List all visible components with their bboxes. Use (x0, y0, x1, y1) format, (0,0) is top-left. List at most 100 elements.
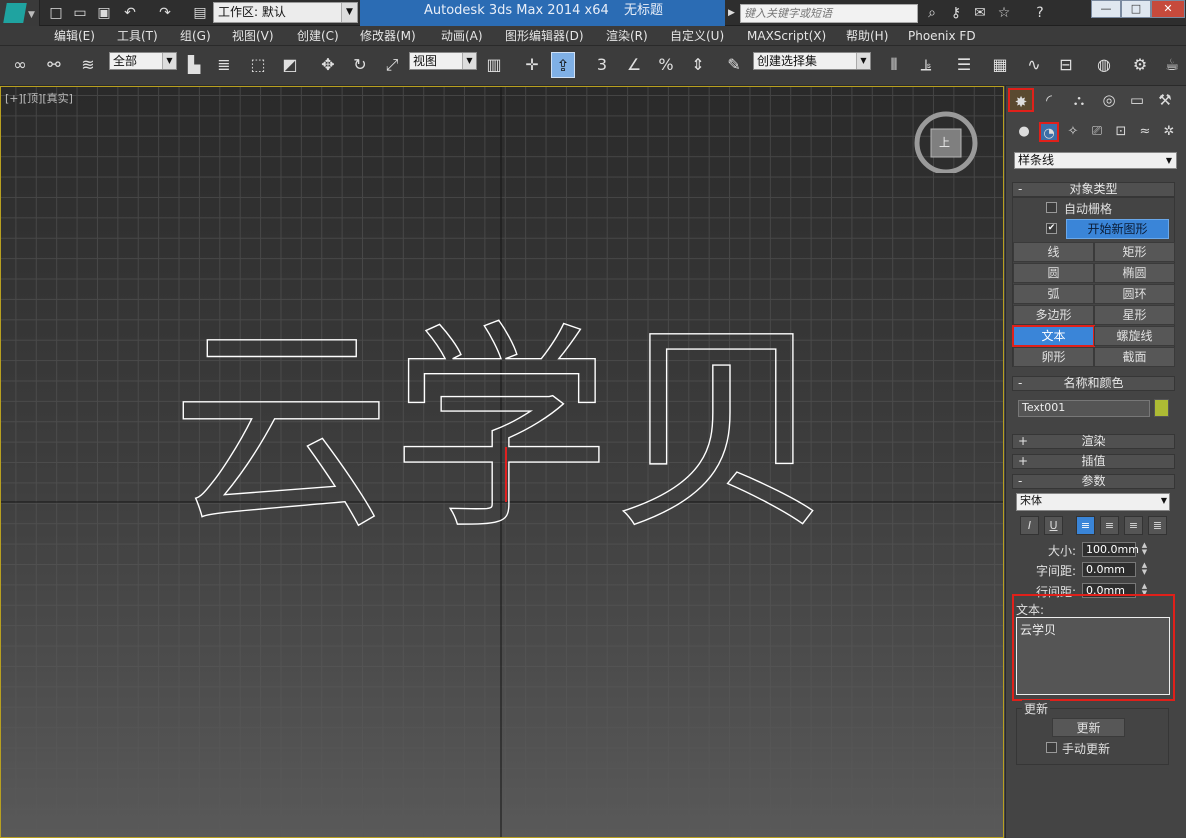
expand-arrow-icon[interactable]: ▶ (728, 4, 738, 23)
underline-button[interactable]: U (1044, 516, 1063, 535)
reference-coordinate-select[interactable]: 视图 ▼ (409, 52, 477, 70)
cameras-category-icon[interactable]: ⎚ (1087, 122, 1107, 142)
object-name-input[interactable]: Text001 (1018, 400, 1150, 417)
material-editor-icon[interactable]: ◍ (1092, 52, 1116, 78)
menu-help[interactable]: 帮助(H) (846, 28, 888, 44)
autogrid-checkbox[interactable] (1046, 202, 1057, 213)
binoculars-icon[interactable]: ⌕ (922, 3, 942, 23)
curve-editor-icon[interactable]: ∿ (1022, 52, 1046, 78)
unlink-icon[interactable]: ⚯ (42, 52, 66, 78)
text-input[interactable]: 云学贝 (1016, 617, 1170, 695)
hierarchy-tab-icon[interactable]: ⛬ (1066, 88, 1092, 112)
mirror-icon[interactable]: ⫴ (882, 52, 906, 78)
text-spline-shape[interactable]: 云学贝 (170, 302, 831, 559)
favorites-star-icon[interactable]: ☆ (994, 3, 1014, 23)
align-right-icon[interactable]: ≡ (1124, 516, 1143, 535)
app-logo-button[interactable]: ▼ (0, 0, 40, 26)
manipulate-icon[interactable]: ✛ (520, 52, 544, 78)
edit-named-selection-icon[interactable]: ✎ (722, 52, 746, 78)
named-selection-select[interactable]: 创建选择集 ▼ (753, 52, 871, 70)
justify-icon[interactable]: ≣ (1148, 516, 1167, 535)
menu-phoenix-fd[interactable]: Phoenix FD (908, 28, 976, 44)
menu-rendering[interactable]: 渲染(R) (606, 28, 648, 44)
snaps-toggle-icon[interactable]: 3 (590, 52, 614, 78)
section-button[interactable]: 截面 (1094, 347, 1175, 367)
search-input[interactable]: 键入关键字或短语 (740, 4, 918, 23)
select-and-scale-icon[interactable]: ⤢ (380, 52, 404, 78)
communication-icon[interactable]: ✉ (970, 3, 990, 23)
percent-snap-icon[interactable]: % (654, 52, 678, 78)
render-setup-icon[interactable]: ⚙ (1128, 52, 1152, 78)
helix-button[interactable]: 螺旋线 (1094, 326, 1175, 346)
donut-button[interactable]: 圆环 (1094, 284, 1175, 304)
menu-views[interactable]: 视图(V) (232, 28, 274, 44)
font-select[interactable]: 宋体 ▼ (1016, 493, 1170, 511)
layer-manager-icon[interactable]: ☰ (952, 52, 976, 78)
modify-tab-icon[interactable]: ◜ (1036, 88, 1062, 112)
geometry-category-icon[interactable]: ● (1014, 122, 1034, 142)
maximize-button[interactable]: □ (1121, 0, 1151, 18)
line-button[interactable]: 线 (1013, 242, 1094, 262)
render-production-icon[interactable]: ☕ (1160, 52, 1184, 78)
space-warps-category-icon[interactable]: ≈ (1135, 122, 1155, 142)
select-by-name-icon[interactable]: ≣ (212, 52, 236, 78)
manual-update-checkbox[interactable] (1046, 742, 1057, 753)
menu-modifiers[interactable]: 修改器(M) (360, 28, 416, 44)
select-object-icon[interactable]: ▙ (182, 52, 206, 78)
display-tab-icon[interactable]: ▭ (1124, 88, 1150, 112)
lights-category-icon[interactable]: ✧ (1063, 122, 1083, 142)
italic-button[interactable]: I (1020, 516, 1039, 535)
viewcube[interactable]: 上 (913, 103, 983, 175)
graphite-ribbon-icon[interactable]: ▦ (988, 52, 1012, 78)
start-new-shape-button[interactable]: 开始新图形 (1066, 219, 1169, 239)
systems-category-icon[interactable]: ✲ (1159, 122, 1179, 142)
align-icon[interactable]: ⫡ (914, 52, 938, 78)
menu-graph-editors[interactable]: 图形编辑器(D) (505, 28, 584, 44)
key-icon[interactable]: ⚷ (946, 3, 966, 23)
name-color-rollout-header[interactable]: - 名称和颜色 (1012, 376, 1175, 391)
select-and-move-icon[interactable]: ✥ (316, 52, 340, 78)
menu-tools[interactable]: 工具(T) (117, 28, 158, 44)
keyboard-shortcut-override-icon[interactable]: ⇪ (551, 52, 575, 78)
shapes-category-icon[interactable]: ◔ (1039, 122, 1059, 142)
rectangular-selection-icon[interactable]: ⬚ (246, 52, 270, 78)
angle-snap-icon[interactable]: ∠ (622, 52, 646, 78)
selection-filter-select[interactable]: 全部 ▼ (109, 52, 177, 70)
interpolation-rollout-header[interactable]: + 插值 (1012, 454, 1175, 469)
kerning-input[interactable]: 0.0mm (1082, 562, 1136, 577)
menu-customize[interactable]: 自定义(U) (670, 28, 724, 44)
kerning-spinner[interactable]: ▲ ▼ (1140, 562, 1149, 576)
ngon-button[interactable]: 多边形 (1013, 305, 1094, 325)
update-button[interactable]: 更新 (1052, 718, 1125, 737)
redo-icon[interactable]: ↷ (155, 3, 175, 23)
workspace-select[interactable]: 工作区: 默认 ▼ (213, 2, 358, 23)
start-new-shape-checkbox[interactable]: ✔ (1046, 223, 1057, 234)
pivot-point-icon[interactable]: ▥ (482, 52, 506, 78)
minimize-button[interactable]: — (1091, 0, 1121, 18)
rendering-rollout-header[interactable]: + 渲染 (1012, 434, 1175, 449)
object-color-swatch[interactable] (1154, 399, 1169, 417)
project-folder-icon[interactable]: ▤ (190, 3, 210, 23)
object-type-rollout-header[interactable]: - 对象类型 (1012, 182, 1175, 197)
arc-button[interactable]: 弧 (1013, 284, 1094, 304)
menu-maxscript[interactable]: MAXScript(X) (747, 28, 826, 44)
help-icon[interactable]: ? (1030, 3, 1050, 23)
schematic-view-icon[interactable]: ⊟ (1054, 52, 1078, 78)
select-and-rotate-icon[interactable]: ↻ (348, 52, 372, 78)
parameters-rollout-header[interactable]: - 参数 (1012, 474, 1175, 489)
viewport-top[interactable]: [+][顶][真实] 云学贝 上 (0, 86, 1004, 838)
size-spinner[interactable]: ▲ ▼ (1140, 542, 1149, 556)
menu-edit[interactable]: 编辑(E) (54, 28, 95, 44)
window-crossing-icon[interactable]: ◩ (278, 52, 302, 78)
bind-space-warp-icon[interactable]: ≋ (76, 52, 100, 78)
utilities-tab-icon[interactable]: ⚒ (1152, 88, 1178, 112)
circle-button[interactable]: 圆 (1013, 263, 1094, 283)
rectangle-button[interactable]: 矩形 (1094, 242, 1175, 262)
save-file-icon[interactable]: ▣ (94, 3, 114, 23)
select-and-link-icon[interactable]: ∞ (8, 52, 32, 78)
align-left-icon[interactable]: ≡ (1076, 516, 1095, 535)
ellipse-button[interactable]: 椭圆 (1094, 263, 1175, 283)
motion-tab-icon[interactable]: ◎ (1096, 88, 1122, 112)
shape-category-select[interactable]: 样条线 ▼ (1014, 152, 1177, 169)
menu-create[interactable]: 创建(C) (297, 28, 339, 44)
